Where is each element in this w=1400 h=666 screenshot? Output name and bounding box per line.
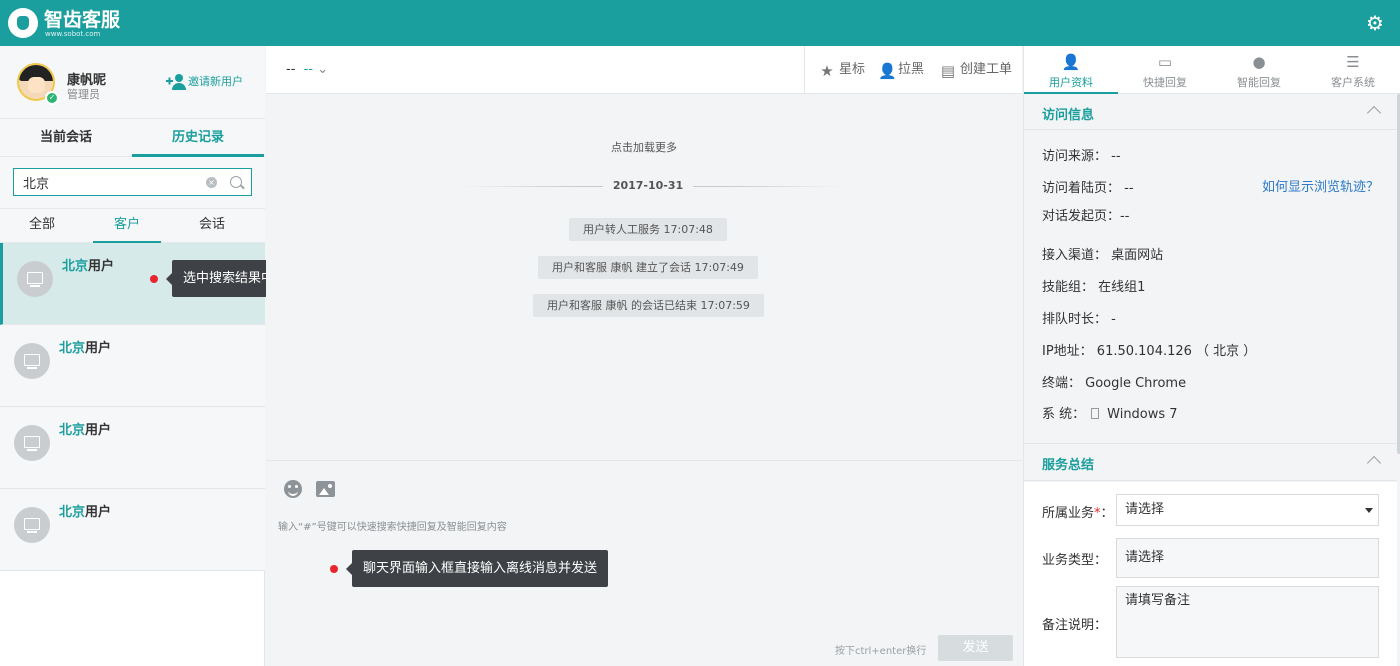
ticket-icon: ▤ — [940, 62, 956, 80]
browse-track-link[interactable]: 如何显示浏览轨迹？ — [1262, 176, 1379, 195]
list-item[interactable]: 北京用户 — [0, 407, 265, 489]
result-name: 北京用户 — [59, 423, 112, 438]
add-user-icon — [166, 73, 188, 91]
computer-icon — [14, 507, 50, 543]
terminal: 终端： Google Chrome — [1042, 376, 1187, 391]
brand-name: 智齿客服 — [44, 9, 121, 31]
agent-role: 管理员 — [67, 88, 100, 101]
menu-icon: ☰ — [1346, 53, 1360, 71]
gear-icon[interactable]: ⚙ — [1365, 13, 1385, 33]
skill-group: 技能组： 在线组1 — [1042, 280, 1146, 295]
tooth-logo-icon — [8, 8, 38, 38]
user-icon: 👤 — [1061, 53, 1081, 71]
result-name: 北京用户 — [59, 341, 112, 356]
bulb-icon: ● — [1252, 53, 1266, 71]
list-item[interactable]: 北京用户 — [0, 489, 265, 571]
filter-tabs: 全部 客户 会话 — [0, 209, 265, 243]
invite-label: 邀请新用户 — [188, 75, 243, 88]
search-icon[interactable] — [230, 176, 242, 188]
invite-user-button[interactable]: 邀请新用户 — [166, 72, 243, 92]
tab-quick-reply[interactable]: ▭ 快捷回复 — [1118, 46, 1212, 94]
send-button[interactable]: 发送 — [938, 635, 1013, 661]
service-summary-header[interactable]: 服务总结 — [1024, 443, 1397, 481]
annotation-dot — [150, 275, 158, 283]
brand-url: www.sobot.com — [45, 30, 101, 38]
emoji-icon[interactable] — [284, 480, 302, 498]
ip-address: IP地址： 61.50.104.126 （ 北京 ） — [1042, 344, 1257, 359]
tab-customer-system[interactable]: ☰ 客户系统 — [1306, 46, 1400, 94]
right-tabs: 👤 用户资料 ▭ 快捷回复 ● 智能回复 ☰ 客户系统 — [1024, 46, 1400, 94]
input-placeholder[interactable]: 输入“#”号键可以快速搜索快捷回复及智能回复内容 — [278, 518, 507, 533]
block-button[interactable]: 👤拉黑 — [878, 60, 924, 80]
tab-sessions[interactable]: 会话 — [178, 209, 246, 243]
agent-profile: ✓ 康帆昵 管理员 邀请新用户 — [0, 46, 265, 119]
clear-icon[interactable]: × — [206, 177, 217, 188]
star-button[interactable]: ★ 星标 — [819, 60, 865, 80]
image-icon[interactable] — [316, 481, 335, 497]
chat-actions: ★ 星标 👤拉黑 ▤ 创建工单 — [804, 46, 1022, 94]
search-area: × — [0, 157, 265, 209]
business-label: 所属业务*： — [1042, 506, 1114, 521]
top-bar: 智齿客服 www.sobot.com ⚙ — [0, 0, 1400, 46]
chevron-up-icon[interactable] — [1366, 105, 1382, 121]
star-icon: ★ — [820, 62, 834, 80]
tab-user-profile[interactable]: 👤 用户资料 — [1024, 46, 1118, 94]
result-name: 北京用户 — [62, 259, 115, 274]
online-check-icon: ✓ — [45, 91, 59, 105]
note-textarea[interactable]: 请填写备注 — [1116, 586, 1379, 658]
session-tabs: 当前会话 历史记录 — [0, 119, 265, 157]
load-more-link[interactable]: 点击加载更多 — [266, 139, 1022, 155]
start-page: 对话发起页：-- — [1042, 209, 1130, 224]
type-label: 业务类型： — [1042, 553, 1108, 568]
type-select[interactable]: 请选择 — [1116, 538, 1379, 578]
access-channel: 接入渠道： 桌面网站 — [1042, 248, 1164, 263]
computer-icon — [17, 261, 53, 297]
tab-current-sessions[interactable]: 当前会话 — [0, 119, 132, 157]
tab-smart-reply[interactable]: ● 智能回复 — [1212, 46, 1306, 94]
left-panel: ✓ 康帆昵 管理员 邀请新用户 当前会话 历史记录 × 全部 客户 会话 北京用… — [0, 46, 265, 666]
list-item[interactable]: 北京用户 — [0, 325, 265, 407]
section-title: 服务总结 — [1042, 458, 1095, 473]
tooltip-offline-message: 聊天界面输入框直接输入离线消息并发送 — [345, 550, 609, 587]
visitor-selector[interactable]: -- -- ⌄ — [286, 62, 328, 77]
tab-all[interactable]: 全部 — [8, 209, 76, 243]
business-select[interactable]: 请选择 — [1116, 494, 1379, 526]
note-label: 备注说明： — [1042, 618, 1108, 633]
result-name: 北京用户 — [59, 505, 112, 520]
create-ticket-button[interactable]: ▤ 创建工单 — [940, 60, 1012, 80]
tab-history[interactable]: 历史记录 — [132, 119, 264, 157]
right-panel: 👤 用户资料 ▭ 快捷回复 ● 智能回复 ☰ 客户系统 访问信息 访问来源： -- 访问… — [1023, 46, 1400, 666]
date-label: 2017-10-31 — [266, 179, 1030, 192]
chevron-down-icon: ⌄ — [317, 62, 329, 77]
chevron-up-icon[interactable] — [1366, 455, 1382, 471]
system-message: 用户和客服 康帆 建立了会话 17:07:49 — [538, 256, 758, 279]
section-title: 访问信息 — [1042, 108, 1095, 123]
visit-source: 访问来源： -- — [1042, 149, 1121, 164]
queue-time: 排队时长： - — [1042, 312, 1116, 327]
device-icon — [1091, 408, 1100, 419]
tab-customers[interactable]: 客户 — [93, 209, 161, 243]
annotation-dot — [330, 565, 338, 573]
system-message: 用户转人工服务 17:07:48 — [569, 218, 727, 241]
enter-hint: 按下ctrl+enter换行 — [835, 646, 927, 657]
system-message: 用户和客服 康帆 的会话已结束 17:07:59 — [533, 294, 764, 317]
quick-reply-icon: ▭ — [1157, 53, 1173, 71]
caret-down-icon — [1365, 508, 1373, 513]
block-user-icon: 👤 — [878, 62, 897, 80]
visit-info-header[interactable]: 访问信息 — [1024, 94, 1397, 130]
landing-page: 访问着陆页： -- — [1042, 181, 1134, 196]
os-field: 系 统： Windows 7 — [1042, 407, 1178, 422]
computer-icon — [14, 343, 50, 379]
chat-header: -- -- ⌄ ★ 星标 👤拉黑 ▤ 创建工单 — [266, 46, 1022, 94]
computer-icon — [14, 425, 50, 461]
